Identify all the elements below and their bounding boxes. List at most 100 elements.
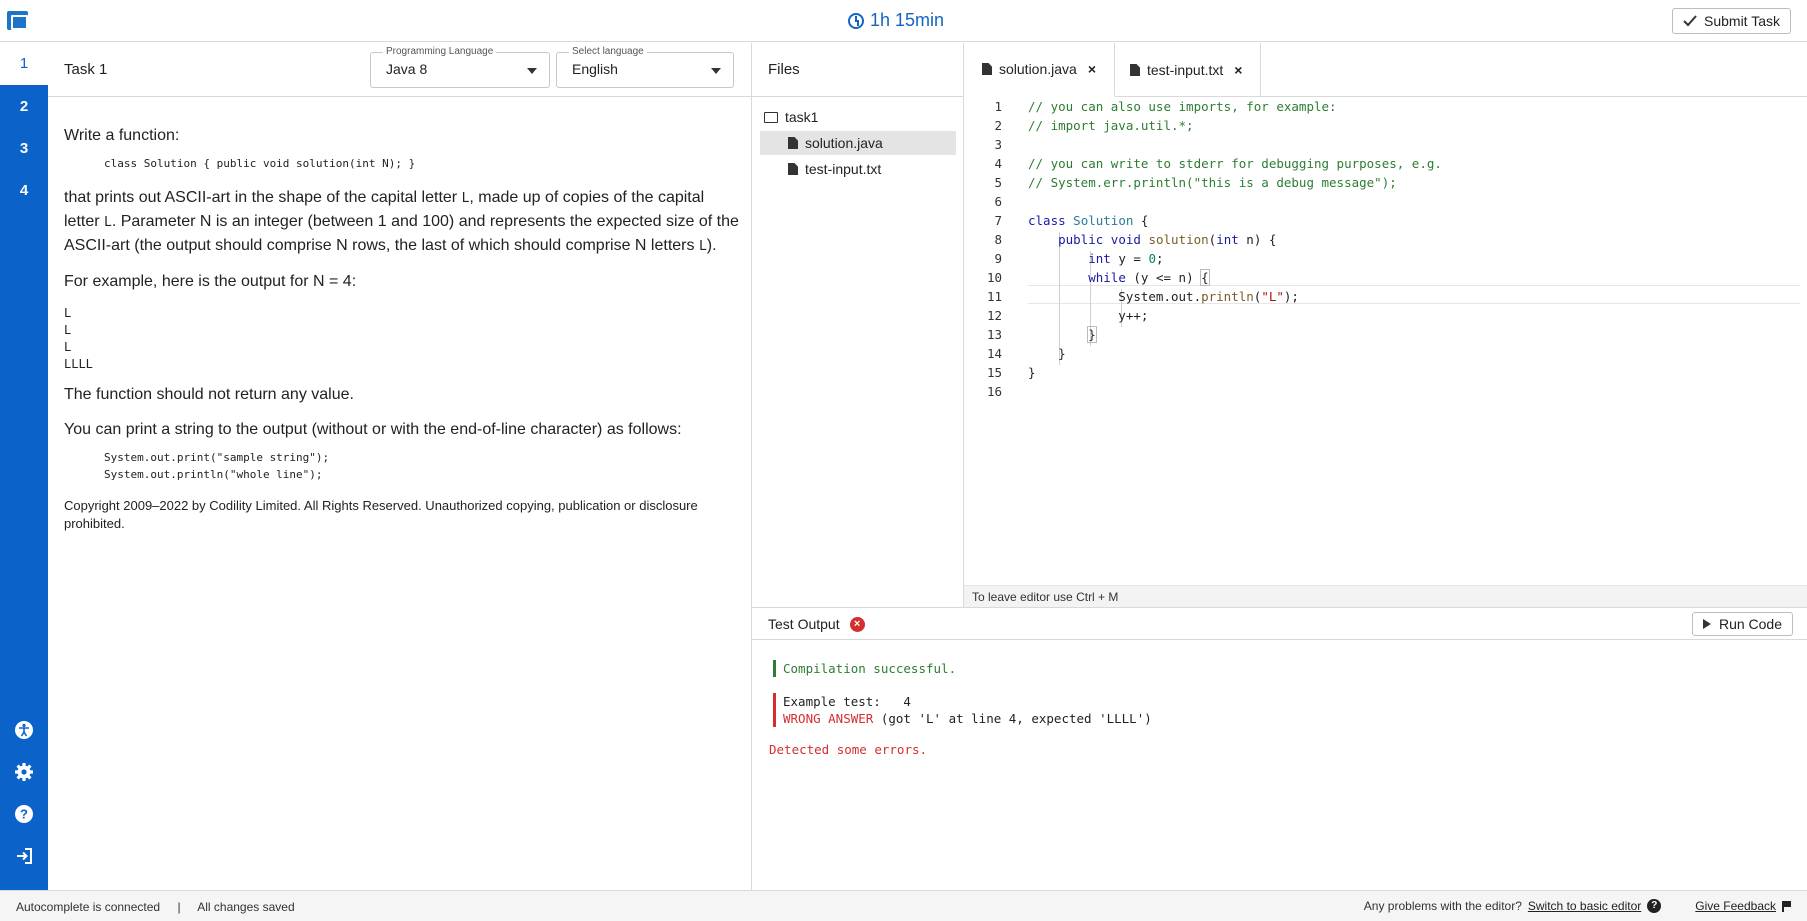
clock-icon [848,12,864,29]
status-separator: | [177,900,181,914]
problems-text: Any problems with the editor? [1363,899,1522,913]
timer: 1h 15min [848,10,944,31]
task-tab-2[interactable]: 2 [0,97,48,117]
code-line: class Solution { [1028,213,1149,228]
file-icon [788,137,798,149]
run-code-label: Run Code [1718,616,1782,632]
timer-text: 1h 15min [870,10,945,30]
task-tab-4[interactable]: 4 [0,181,48,201]
code-line: } [1028,346,1066,361]
file-icon [1130,64,1140,76]
errors-detected: Detected some errors. [769,742,928,757]
code-line: int y = 0; [1088,251,1164,266]
close-icon[interactable]: × [1088,61,1096,77]
save-status: All changes saved [197,900,295,914]
test-output: Compilation successful. Example test: 4 … [769,660,1152,758]
copyright: Copyright 2009–2022 by Codility Limited.… [64,498,698,531]
no-return-note: The function should not return any value… [64,386,354,403]
print-code-sample: System.out.print("sample string"); Syste… [104,451,330,481]
letter-code: L [104,215,112,230]
example-test-label: Example test: 4 [783,694,911,709]
line-number: 8 [994,232,1002,247]
folder-icon [764,111,778,123]
programming-language-select[interactable]: Programming Language Java 8 [370,46,550,88]
tab-test-input[interactable]: test-input.txt × [1112,43,1262,97]
editor-tabs: solution.java × test-input.txt × [964,43,1807,97]
line-number: 3 [994,137,1002,152]
line-number: 10 [986,270,1002,285]
code-line: while (y <= n) { [1088,269,1210,286]
line-number: 4 [994,156,1002,171]
tab-solution-java[interactable]: solution.java × [964,43,1116,97]
submit-task-button[interactable]: Submit Task [1672,8,1791,34]
example-test-result: Example test: 4 WRONG ANSWER (got 'L' at… [773,693,1152,727]
logout-icon[interactable] [13,845,35,867]
code-editor[interactable]: 1 2 3 4 5 6 7 8 9 10 11 12 13 14 15 16 /… [964,97,1807,585]
file-item-solution[interactable]: solution.java [760,131,956,155]
task-tab-1[interactable]: 1 [0,43,48,85]
line-number: 1 [994,99,1002,114]
folder-label: task1 [785,109,819,125]
task-title: Task 1 [64,61,108,78]
desc-text: that prints out ASCII-art in the shape o… [64,189,462,206]
help-icon[interactable]: ? [13,803,35,825]
line-number: 12 [986,308,1002,323]
natural-language-select[interactable]: Select language English [556,46,734,88]
code-line: // import java.util.*; [1028,118,1194,133]
folder-task1[interactable]: task1 [764,105,818,129]
example-intro: For example, here is the output for N = … [64,273,357,290]
example-output: L L L LLLL [64,306,93,371]
wrong-answer-label: WRONG ANSWER [783,711,874,726]
files-title: Files [768,61,800,78]
code-line: // you can also use imports, for example… [1028,99,1337,114]
code-line: y++; [1028,308,1149,323]
help-icon[interactable]: ? [1647,899,1662,913]
tab-label: solution.java [999,61,1077,77]
task-header: Task 1 Programming Language Java 8 Selec… [48,43,751,97]
status-right: Any problems with the editor? Switch to … [1364,899,1791,913]
error-icon: × [849,616,865,632]
wrong-answer-detail: (got 'L' at line 4, expected 'LLLL') [873,711,1152,726]
line-number: 7 [994,213,1002,228]
give-feedback-link[interactable]: Give Feedback [1695,899,1776,913]
svg-text:?: ? [20,807,28,822]
test-output-label: Test Output [768,616,840,632]
select-language-label: Select language [569,46,647,57]
desc-text: . Parameter N is an integer (between 1 a… [64,213,739,254]
codility-logo-icon[interactable] [7,11,28,30]
task-description: Write a function: class Solution { publi… [64,124,744,533]
programming-language-value: Java 8 [386,61,428,77]
switch-basic-editor-link[interactable]: Switch to basic editor [1528,899,1641,913]
test-output-title: Test Output × [768,616,865,632]
task-sidebar: 1 2 3 4 ? [0,43,48,890]
compile-status: Compilation successful. [773,660,1152,677]
line-number: 14 [986,346,1002,361]
file-label: test-input.txt [805,161,882,177]
line-number: 11 [986,289,1002,304]
code-line: // you can write to stderr for debugging… [1028,156,1442,171]
task-paragraph: that prints out ASCII-art in the shape o… [64,186,744,258]
accessibility-icon[interactable] [13,719,35,741]
file-icon [982,63,992,75]
chevron-down-icon [527,68,537,74]
submit-task-label: Submit Task [1704,13,1780,29]
gear-icon[interactable] [13,761,35,783]
tab-label: test-input.txt [1147,62,1224,78]
file-label: solution.java [805,135,883,151]
flag-icon [1782,900,1791,912]
code-line: System.out.println("L"); [1028,289,1299,304]
test-output-header: Test Output × Run Code [752,607,1807,640]
select-language-value: English [572,61,618,77]
task-tab-3[interactable]: 3 [0,139,48,159]
status-left: Autocomplete is connected | All changes … [16,900,295,914]
close-icon[interactable]: × [1234,62,1242,78]
line-number: 6 [994,194,1002,209]
line-number: 16 [986,384,1002,399]
file-tree: task1 solution.java test-input.txt [752,97,964,607]
line-number: 15 [986,365,1002,380]
autocomplete-status: Autocomplete is connected [16,900,161,914]
file-item-test-input[interactable]: test-input.txt [788,157,881,181]
letter-code: L [698,239,707,254]
run-code-button[interactable]: Run Code [1691,612,1793,636]
editor-hint: To leave editor use Ctrl + M [964,585,1807,607]
